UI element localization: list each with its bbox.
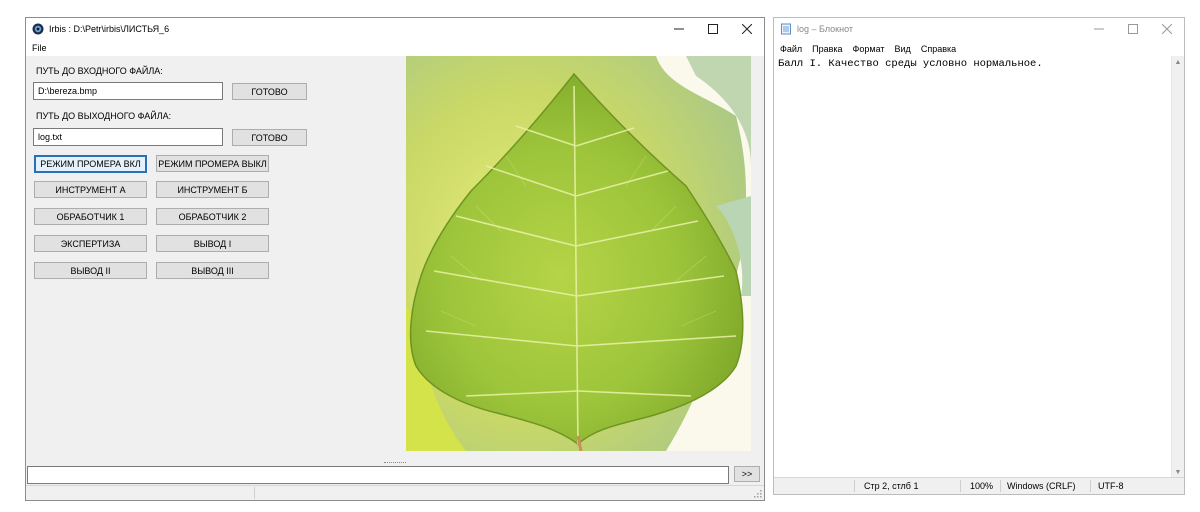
maximize-icon[interactable] (1116, 18, 1150, 40)
close-icon[interactable] (730, 18, 764, 40)
status-divider (1000, 480, 1001, 492)
leaf-image (406, 56, 751, 451)
output-path-field[interactable]: log.txt (33, 128, 223, 146)
minimize-icon[interactable] (662, 18, 696, 40)
processor-1-button[interactable]: ОБРАБОТЧИК 1 (34, 208, 147, 225)
output-1-button[interactable]: ВЫВОД I (156, 235, 269, 252)
notepad-menubar: Файл Правка Формат Вид Справка (774, 40, 1184, 56)
notepad-app-icon (781, 23, 791, 35)
input-path-field[interactable]: D:\bereza.bmp (33, 82, 223, 100)
output-2-button[interactable]: ВЫВОД II (34, 262, 147, 279)
output-ready-button[interactable]: ГОТОВО (232, 129, 307, 146)
notepad-text-area[interactable]: Балл I. Качество среды условно нормально… (778, 58, 1043, 70)
send-button[interactable]: >> (734, 466, 760, 482)
expertise-button[interactable]: ЭКСПЕРТИЗА (34, 235, 147, 252)
status-divider (960, 480, 961, 492)
maximize-icon[interactable] (696, 18, 730, 40)
menu-file[interactable]: File (32, 43, 47, 53)
irbis-menubar: File (26, 40, 764, 56)
status-cursor-position: Стр 2, стлб 1 (864, 481, 919, 491)
close-icon[interactable] (1150, 18, 1184, 40)
tool-a-button[interactable]: ИНСТРУМЕНТ А (34, 181, 147, 198)
input-ready-button[interactable]: ГОТОВО (232, 83, 307, 100)
menu-format[interactable]: Формат (853, 40, 885, 56)
measure-mode-on-button[interactable]: РЕЖИМ ПРОМЕРА ВКЛ (34, 155, 147, 173)
irbis-titlebar[interactable]: Irbis : D:\Petr\irbis\ЛИСТЬЯ_6 (26, 18, 764, 40)
output-3-button[interactable]: ВЫВОД III (156, 262, 269, 279)
menu-help[interactable]: Справка (921, 40, 956, 56)
status-divider (854, 480, 855, 492)
irbis-window: Irbis : D:\Petr\irbis\ЛИСТЬЯ_6 File ПУТЬ… (25, 17, 765, 501)
menu-edit[interactable]: Правка (812, 40, 842, 56)
notepad-titlebar[interactable]: log – Блокнот (774, 18, 1184, 40)
notepad-statusbar: Стр 2, стлб 1 100% Windows (CRLF) UTF-8 (774, 477, 1184, 494)
menu-view[interactable]: Вид (895, 40, 911, 56)
input-path-label: ПУТЬ ДО ВХОДНОГО ФАЙЛА: (36, 66, 163, 76)
output-path-label: ПУТЬ ДО ВЫХОДНОГО ФАЙЛА: (36, 111, 172, 121)
measure-mode-off-button[interactable]: РЕЖИМ ПРОМЕРА ВЫКЛ (156, 155, 269, 172)
splitter-grip[interactable] (384, 462, 406, 465)
status-zoom: 100% (970, 481, 994, 491)
processor-2-button[interactable]: ОБРАБОТЧИК 2 (156, 208, 269, 225)
status-encoding: UTF-8 (1098, 481, 1124, 491)
notepad-window: log – Блокнот Файл Правка Формат Вид Спр… (773, 17, 1185, 495)
irbis-statusbar (26, 485, 764, 500)
tool-b-button[interactable]: ИНСТРУМЕНТ Б (156, 181, 269, 198)
notepad-window-title: log – Блокнот (797, 24, 854, 34)
menu-file[interactable]: Файл (780, 40, 802, 56)
status-divider (254, 487, 255, 499)
vertical-scrollbar[interactable]: ▲ ▼ (1171, 56, 1184, 478)
irbis-app-icon (32, 23, 44, 35)
command-input[interactable] (27, 466, 729, 484)
status-line-endings: Windows (CRLF) (1007, 481, 1076, 491)
irbis-window-title: Irbis : D:\Petr\irbis\ЛИСТЬЯ_6 (49, 24, 170, 34)
scroll-up-icon[interactable]: ▲ (1172, 56, 1184, 68)
resize-grip-icon[interactable] (753, 489, 762, 498)
minimize-icon[interactable] (1082, 18, 1116, 40)
status-divider (1090, 480, 1091, 492)
